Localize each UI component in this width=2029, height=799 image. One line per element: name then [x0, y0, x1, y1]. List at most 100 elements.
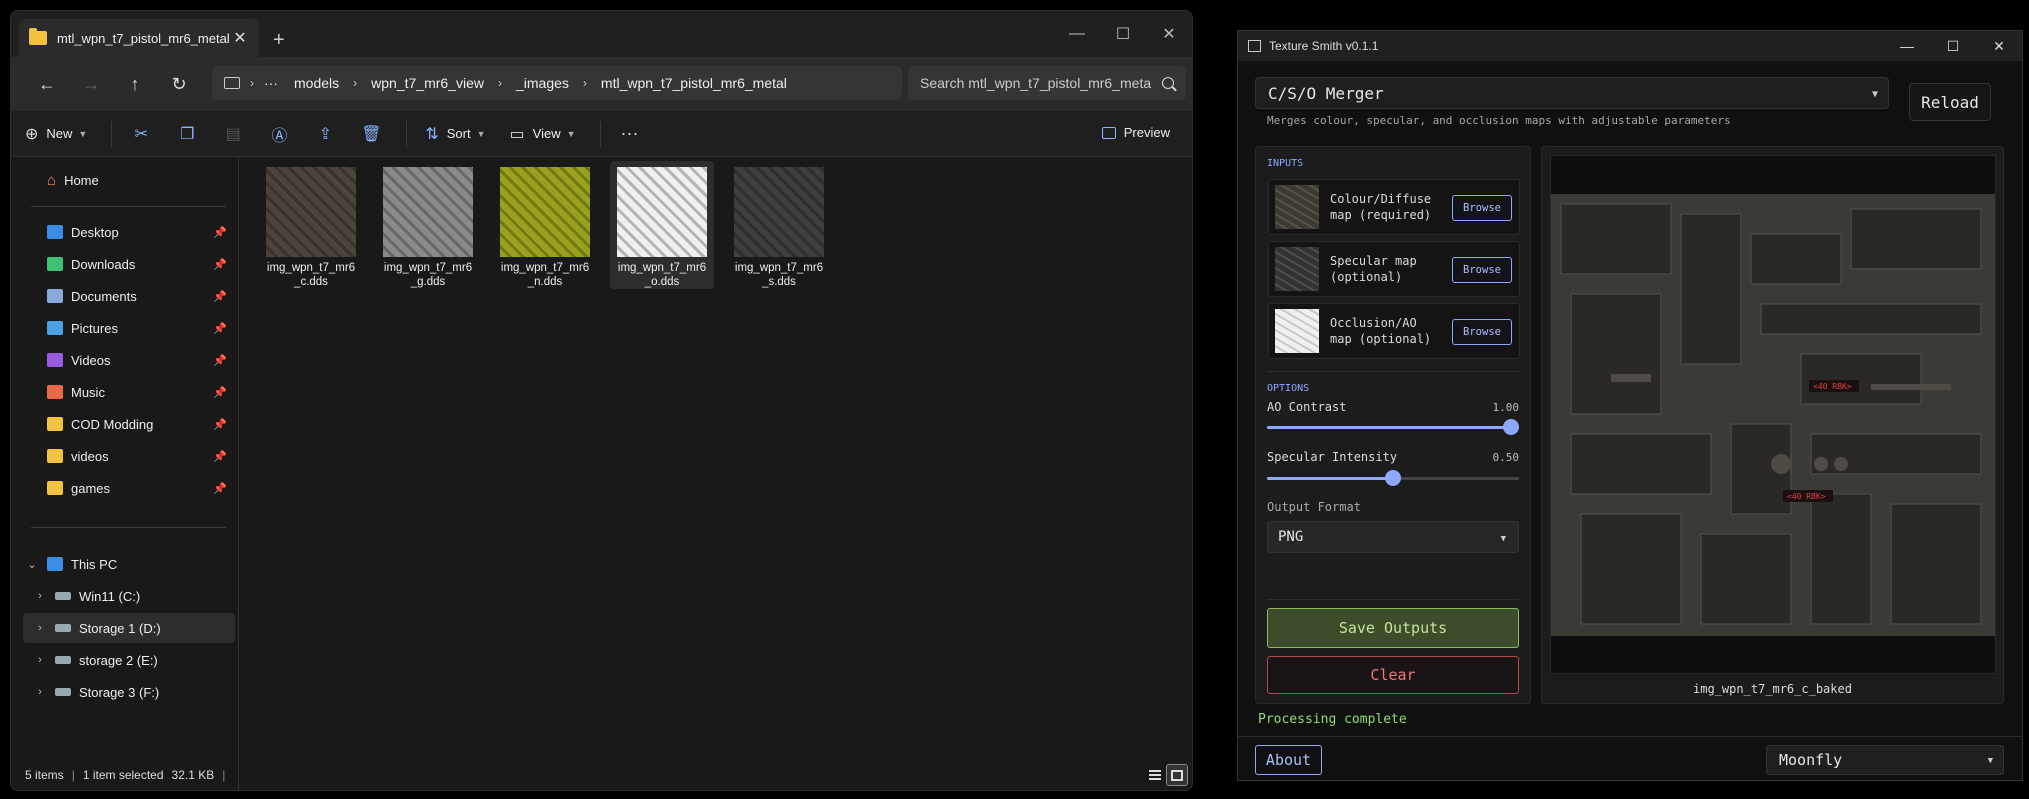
chevron-right-icon[interactable]: ›	[31, 590, 49, 602]
panel-divider	[1267, 599, 1519, 600]
pin-icon: 📌	[213, 386, 227, 399]
file-thumbnail	[266, 167, 356, 257]
sort-button[interactable]: ⇅ Sort ▼	[425, 124, 485, 144]
preview-pane-button[interactable]: Preview	[1101, 125, 1170, 140]
about-button[interactable]: About	[1255, 745, 1322, 775]
refresh-button[interactable]: ↻	[157, 64, 201, 104]
slider-thumb[interactable]	[1385, 470, 1401, 486]
sidebar-item-documents[interactable]: Documents 📌	[23, 281, 235, 311]
ao-contrast-slider[interactable]	[1267, 419, 1520, 435]
slider-thumb[interactable]	[1503, 419, 1520, 435]
sidebar-item-drive[interactable]: › Storage 3 (F:)	[23, 677, 235, 707]
pictures-icon	[47, 321, 63, 335]
maximize-button[interactable]: ☐	[1100, 11, 1146, 57]
breadcrumb-item[interactable]: models	[294, 75, 339, 91]
browse-button[interactable]: Browse	[1452, 257, 1512, 283]
cut-icon[interactable]: ✂	[130, 124, 152, 144]
breadcrumb-item[interactable]: mtl_wpn_t7_pistol_mr6_metal	[601, 75, 787, 91]
file-item[interactable]: img_wpn_t7_mr6 _o.dds	[610, 161, 714, 289]
inputs-heading: INPUTS	[1267, 158, 1304, 169]
tab-close-icon[interactable]: ✕	[231, 28, 249, 48]
browse-button[interactable]: Browse	[1452, 195, 1512, 221]
sidebar-item-home[interactable]: ⌂ Home	[23, 165, 235, 195]
maximize-button[interactable]: ☐	[1930, 31, 1976, 61]
reload-button[interactable]: Reload	[1909, 83, 1991, 121]
details-view-icon	[1149, 770, 1161, 780]
view-button[interactable]: ▭ View ▼	[510, 124, 576, 144]
output-format-value: PNG	[1278, 529, 1304, 545]
folder-icon	[29, 28, 47, 45]
paste-icon[interactable]: ▤	[222, 124, 244, 144]
sidebar-item-desktop[interactable]: Desktop 📌	[23, 217, 235, 247]
chevron-right-icon[interactable]: ›	[31, 654, 49, 666]
breadcrumb-item[interactable]: wpn_t7_mr6_view	[371, 75, 484, 91]
clear-button[interactable]: Clear	[1267, 656, 1519, 694]
theme-select[interactable]: Moonfly ▼	[1766, 745, 2004, 775]
texture-smith-window: Texture Smith v0.1.1 — ☐ ✕ C/S/O Merger …	[1237, 30, 2023, 781]
save-outputs-button[interactable]: Save Outputs	[1267, 608, 1519, 648]
copy-icon[interactable]: ❐	[176, 124, 198, 144]
new-button[interactable]: ⊕ New ▼	[25, 124, 87, 144]
sort-icon: ⇅	[425, 125, 439, 143]
chevron-right-icon: ›	[497, 76, 502, 90]
sidebar-item-videos[interactable]: Videos 📌	[23, 345, 235, 375]
specular-intensity-slider[interactable]	[1267, 470, 1519, 486]
preview-caption: img_wpn_t7_mr6_c_baked	[1693, 682, 1852, 696]
explorer-tab[interactable]: mtl_wpn_t7_pistol_mr6_metal ✕	[19, 19, 259, 57]
rename-icon[interactable]: Ⓐ	[268, 122, 290, 146]
delete-icon[interactable]: 🗑	[360, 124, 382, 144]
chevron-right-icon[interactable]: ›	[31, 622, 49, 634]
sidebar-item-videos[interactable]: videos 📌	[23, 441, 235, 471]
minimize-button[interactable]: —	[1054, 11, 1100, 57]
file-item[interactable]: img_wpn_t7_mr6 _g.dds	[376, 161, 480, 289]
sidebar-item-games[interactable]: games 📌	[23, 473, 235, 503]
search-input[interactable]: Search mtl_wpn_t7_pistol_mr6_meta	[908, 66, 1186, 100]
item-count: 5 items	[25, 768, 64, 782]
pin-icon: 📌	[213, 354, 227, 367]
more-options-icon[interactable]: ···	[619, 123, 641, 144]
output-format-select[interactable]: PNG ▼	[1267, 521, 1519, 553]
chevron-right-icon: ›	[582, 76, 587, 90]
theme-value: Moonfly	[1779, 751, 1843, 769]
sidebar-item-cod-modding[interactable]: COD Modding 📌	[23, 409, 235, 439]
sidebar-item-drive[interactable]: › storage 2 (E:)	[23, 645, 235, 675]
forward-button[interactable]: →	[69, 64, 113, 104]
output-format-label: Output Format	[1267, 500, 1361, 514]
close-button[interactable]: ✕	[1976, 31, 2022, 61]
sidebar-item-this-pc[interactable]: ⌄ This PC	[23, 549, 235, 579]
file-item[interactable]: img_wpn_t7_mr6 _c.dds	[259, 161, 363, 289]
details-view-button[interactable]	[1144, 764, 1166, 786]
minimize-button[interactable]: —	[1884, 31, 1930, 61]
large-icons-view-button[interactable]	[1166, 764, 1188, 786]
app-icon	[1248, 40, 1261, 52]
breadcrumb-item[interactable]: _images	[516, 75, 569, 91]
file-item[interactable]: img_wpn_t7_mr6 _n.dds	[493, 161, 597, 289]
search-icon	[1162, 77, 1174, 89]
file-item[interactable]: img_wpn_t7_mr6 _s.dds	[727, 161, 831, 289]
back-button[interactable]: ←	[25, 64, 69, 104]
sidebar-item-drive[interactable]: › Storage 1 (D:)	[23, 613, 235, 643]
tab-title: mtl_wpn_t7_pistol_mr6_metal	[57, 30, 230, 46]
search-placeholder: Search mtl_wpn_t7_pistol_mr6_meta	[920, 75, 1152, 91]
share-icon[interactable]: ⇪	[314, 124, 336, 144]
preview-panel: <40 RBK> <40 RBK> img_wpn_t7_mr6_c_baked	[1541, 146, 2004, 704]
sidebar-item-music[interactable]: Music 📌	[23, 377, 235, 407]
address-bar[interactable]: › ··· models › wpn_t7_mr6_view › _images…	[212, 66, 902, 100]
close-button[interactable]: ✕	[1146, 11, 1192, 57]
up-button[interactable]: ↑	[113, 64, 157, 104]
chevron-down-icon[interactable]: ⌄	[23, 558, 41, 571]
new-tab-button[interactable]: +	[273, 29, 285, 52]
merger-select[interactable]: C/S/O Merger ▼	[1255, 77, 1889, 109]
browse-button[interactable]: Browse	[1452, 319, 1512, 345]
controls-panel: INPUTS Colour/Diffuse map (required) Brows…	[1255, 146, 1531, 704]
selection-count: 1 item selected	[82, 768, 164, 782]
sidebar-item-downloads[interactable]: Downloads 📌	[23, 249, 235, 279]
title-bar: Texture Smith v0.1.1 — ☐ ✕	[1238, 31, 2022, 61]
sidebar-item-drive[interactable]: › Win11 (C:)	[23, 581, 235, 611]
input-map-row: Colour/Diffuse map (required) Browse	[1268, 179, 1520, 235]
breadcrumb-overflow-icon[interactable]: ···	[264, 75, 278, 91]
window-controls: — ☐ ✕	[1054, 11, 1192, 57]
input-label: Specular map (optional)	[1330, 254, 1417, 284]
chevron-right-icon[interactable]: ›	[31, 686, 49, 698]
sidebar-item-pictures[interactable]: Pictures 📌	[23, 313, 235, 343]
